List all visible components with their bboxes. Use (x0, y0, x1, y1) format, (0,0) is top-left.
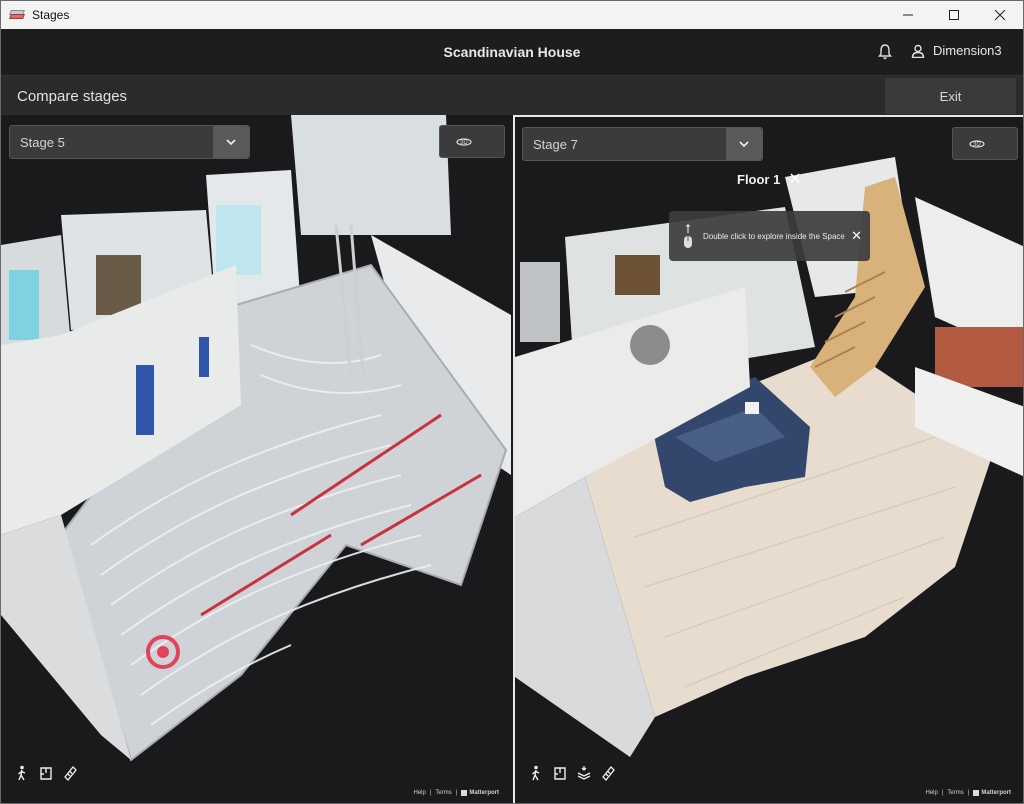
minimize-icon (903, 14, 913, 16)
app-window: Stages Scandinavian House Dimension3 Com… (0, 0, 1024, 804)
compare-label: Compare stages (17, 88, 128, 105)
maximize-icon (949, 10, 959, 20)
matterport-icon (973, 790, 980, 796)
stage-select-right[interactable]: Stage 7 (522, 127, 763, 161)
terms-link[interactable]: Terms (947, 790, 963, 796)
floorplan-icon[interactable] (39, 765, 53, 781)
floor-indicator: Floor 1 ✕ (737, 169, 802, 189)
bell-icon[interactable] (877, 43, 893, 61)
stage5-dollhouse-scene[interactable] (1, 115, 511, 803)
explore-tooltip: Double click to explore inside the Space… (669, 211, 870, 261)
layers-icon (9, 7, 25, 23)
svg-text:3D: 3D (973, 142, 981, 148)
footer-links-right: Help | Terms | Matterport (925, 790, 1011, 796)
stage-select-value: Stage 7 (533, 136, 578, 152)
help-link[interactable]: Help (926, 790, 938, 796)
matterport-logo[interactable]: Matterport (461, 790, 499, 796)
app-header: Scandinavian House Dimension3 (1, 29, 1023, 75)
footer-links-left: Help | Terms | Matterport (413, 790, 499, 796)
left-toolbar (15, 765, 77, 781)
matterport-logo[interactable]: Matterport (973, 790, 1011, 796)
user-icon (911, 44, 925, 58)
floor-label: Floor 1 (737, 171, 781, 187)
3d-view-icon: 3D (969, 139, 985, 148)
right-toolbar (529, 765, 615, 781)
walk-icon[interactable] (15, 765, 29, 781)
view-mode-button[interactable]: 3D (952, 127, 1018, 160)
close-tooltip-button[interactable]: ✕ (851, 228, 862, 244)
compare-bar: Compare stages Exit (1, 75, 1023, 115)
matterport-icon (461, 790, 468, 796)
close-icon (995, 10, 1005, 20)
walk-icon[interactable] (529, 765, 543, 781)
view-mode-button[interactable]: 3D (439, 125, 505, 158)
chevron-down-icon[interactable] (213, 126, 249, 158)
tooltip-text: Double click to explore inside the Space (703, 231, 845, 241)
title-bar: Stages (1, 1, 1023, 29)
chevron-down-icon[interactable] (726, 128, 762, 160)
minimize-button[interactable] (885, 1, 931, 29)
measure-icon[interactable] (63, 765, 77, 781)
project-title: Scandinavian House (443, 44, 581, 60)
close-floor-button[interactable]: ✕ (788, 169, 801, 189)
help-link[interactable]: Help (414, 790, 426, 796)
window-title: Stages (32, 8, 70, 22)
svg-text:3D: 3D (460, 140, 468, 146)
maximize-button[interactable] (931, 1, 977, 29)
left-viewport[interactable]: Stage 5 3D Help | Terms | Matterport (1, 115, 511, 803)
double-click-icon (684, 224, 692, 248)
exit-button[interactable]: Exit (885, 78, 1016, 114)
stage-select-left[interactable]: Stage 5 (9, 125, 250, 159)
floors-icon[interactable] (577, 765, 591, 781)
measure-icon[interactable] (601, 765, 615, 781)
stage-select-value: Stage 5 (20, 134, 65, 150)
close-window-button[interactable] (977, 1, 1023, 29)
user-menu[interactable]: Dimension3 (911, 43, 1002, 58)
3d-view-icon: 3D (456, 137, 472, 146)
right-viewport[interactable]: Stage 7 3D Floor 1 ✕ Double click to exp… (513, 115, 1023, 803)
user-name: Dimension3 (933, 43, 1002, 58)
terms-link[interactable]: Terms (435, 790, 451, 796)
floorplan-icon[interactable] (553, 765, 567, 781)
